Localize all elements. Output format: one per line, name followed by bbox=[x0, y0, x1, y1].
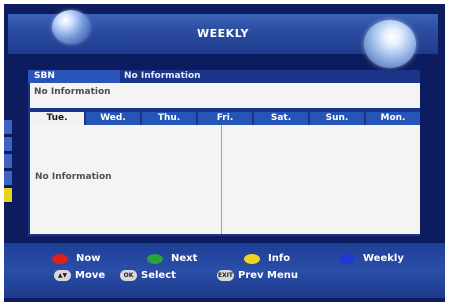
column-divider bbox=[221, 125, 222, 234]
legend-label: Move bbox=[75, 270, 106, 281]
legend-label: Next bbox=[171, 253, 198, 264]
updown-arrows-icon: ▲▼ bbox=[54, 270, 71, 281]
legend-label: Now bbox=[76, 253, 101, 264]
screen-edge bbox=[445, 0, 457, 307]
legend-next: Next bbox=[147, 253, 197, 264]
tab-day[interactable]: Sun. bbox=[310, 112, 364, 125]
exit-key-icon: EXIT bbox=[217, 270, 234, 281]
blue-key-icon bbox=[339, 253, 355, 264]
schedule-empty-text: No Information bbox=[35, 172, 112, 182]
service-name[interactable]: SBN bbox=[28, 70, 120, 83]
legend-weekly: Weekly bbox=[339, 253, 404, 264]
legend-now: Now bbox=[52, 253, 100, 264]
day-tabs: Tue. Wed. Thu. Fri. Sat. Sun. Mon. bbox=[30, 112, 420, 125]
legend-label: Select bbox=[141, 270, 176, 281]
legend-move: ▲▼ Move bbox=[54, 270, 105, 281]
legend-label: Info bbox=[268, 253, 291, 264]
epg-panel: SBN No Information No Information Tue. W… bbox=[28, 70, 420, 236]
legend-label: Weekly bbox=[363, 253, 404, 264]
decorative-orb-icon bbox=[52, 10, 90, 44]
service-info: No Information bbox=[124, 71, 201, 81]
tab-day[interactable]: Fri. bbox=[198, 112, 252, 125]
red-key-icon bbox=[52, 253, 68, 264]
decorative-orb-icon bbox=[364, 20, 416, 68]
legend-label: Prev Menu bbox=[238, 270, 299, 281]
yellow-key-icon bbox=[244, 253, 260, 264]
tab-day[interactable]: Sat. bbox=[254, 112, 308, 125]
ok-key-icon: OK bbox=[120, 270, 137, 281]
side-decoration bbox=[4, 120, 12, 230]
tab-day[interactable]: Mon. bbox=[366, 112, 420, 125]
legend-select: OK Select bbox=[120, 270, 176, 281]
tv-screen: WEEKLY SBN No Information No Information… bbox=[0, 0, 457, 307]
key-legend: Now Next Info Weekly ▲▼ Move OK Select E… bbox=[4, 243, 445, 298]
legend-prev-menu: EXIT Prev Menu bbox=[217, 270, 298, 281]
event-detail: No Information bbox=[30, 83, 420, 108]
schedule-list[interactable]: No Information bbox=[30, 125, 420, 234]
tab-day[interactable]: Tue. bbox=[30, 112, 84, 125]
green-key-icon bbox=[147, 253, 163, 264]
tab-day[interactable]: Wed. bbox=[86, 112, 140, 125]
tab-day[interactable]: Thu. bbox=[142, 112, 196, 125]
legend-info: Info bbox=[244, 253, 290, 264]
